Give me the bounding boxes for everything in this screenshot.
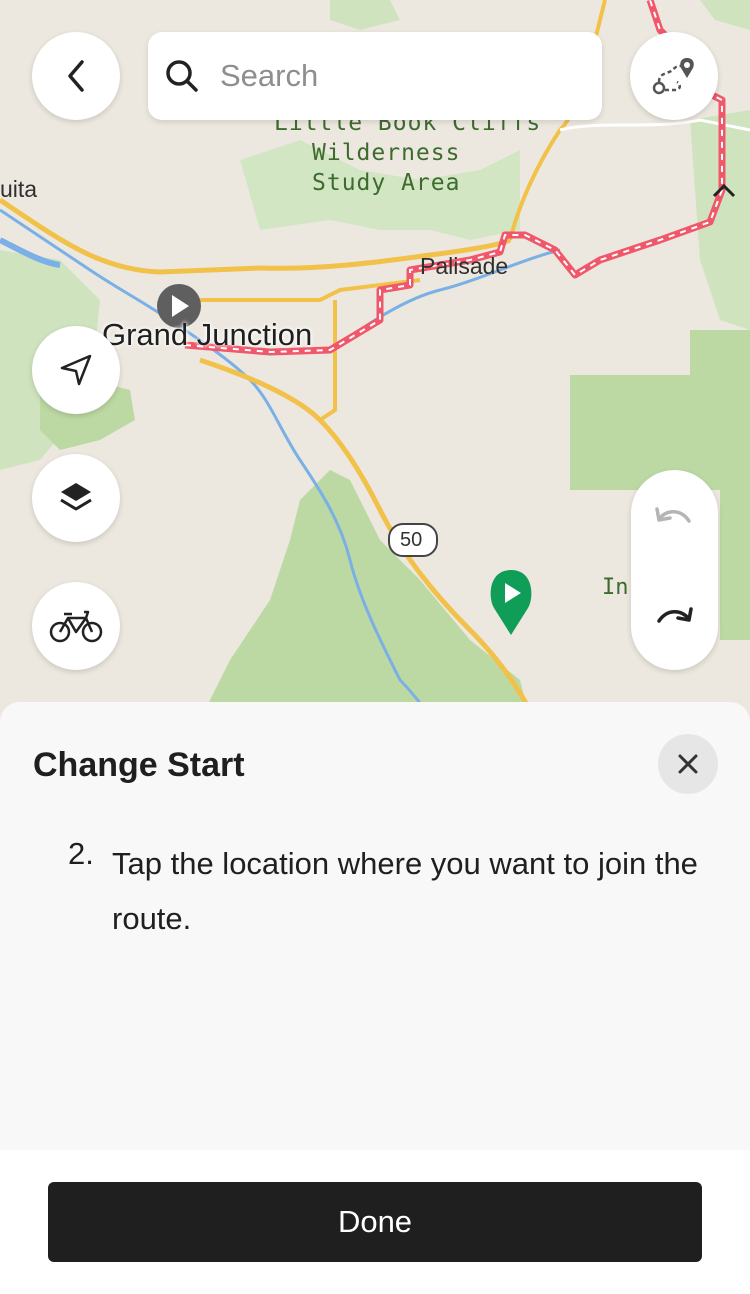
route-tool-button[interactable]: [630, 32, 718, 120]
bicycle-icon: [49, 610, 103, 643]
search-icon: [166, 60, 198, 92]
locate-button[interactable]: [32, 326, 120, 414]
sheet-title: Change Start: [33, 746, 245, 784]
close-button[interactable]: [658, 734, 718, 794]
footer: Done: [0, 1150, 750, 1294]
search-input[interactable]: [218, 57, 582, 95]
change-start-sheet: Change Start 2. Tap the location where y…: [0, 702, 750, 1150]
undo-redo-panel: [631, 470, 718, 670]
chevron-left-icon: [68, 60, 84, 92]
done-button[interactable]: Done: [48, 1182, 702, 1262]
highway-shield-label: 50: [400, 529, 423, 551]
undo-icon: [655, 507, 691, 523]
layers-icon: [60, 483, 92, 511]
navigation-arrow-icon: [60, 354, 92, 386]
close-icon: [678, 754, 698, 774]
route-waypoint-icon: [652, 58, 694, 95]
redo-icon: [657, 607, 693, 623]
map-label-palisade: Palisade: [420, 253, 509, 279]
redo-button[interactable]: [653, 605, 695, 640]
undo-button[interactable]: [653, 505, 695, 540]
layers-button[interactable]: [32, 454, 120, 542]
step-instruction: Tap the location where you want to join …: [112, 846, 698, 936]
map-label-grand-junction: Grand Junction: [102, 317, 313, 352]
activity-type-button[interactable]: [32, 582, 120, 670]
map-label-wilderness-2: Wilderness: [312, 140, 461, 166]
map-label-wilderness-3: Study Area: [312, 170, 461, 196]
back-button[interactable]: [32, 32, 120, 120]
step-number: 2.: [68, 836, 94, 871]
map-view[interactable]: Little Book Cliffs Wilderness Study Area…: [0, 0, 750, 720]
search-bar[interactable]: [148, 32, 602, 120]
map-label-west-town: uita: [0, 176, 38, 202]
